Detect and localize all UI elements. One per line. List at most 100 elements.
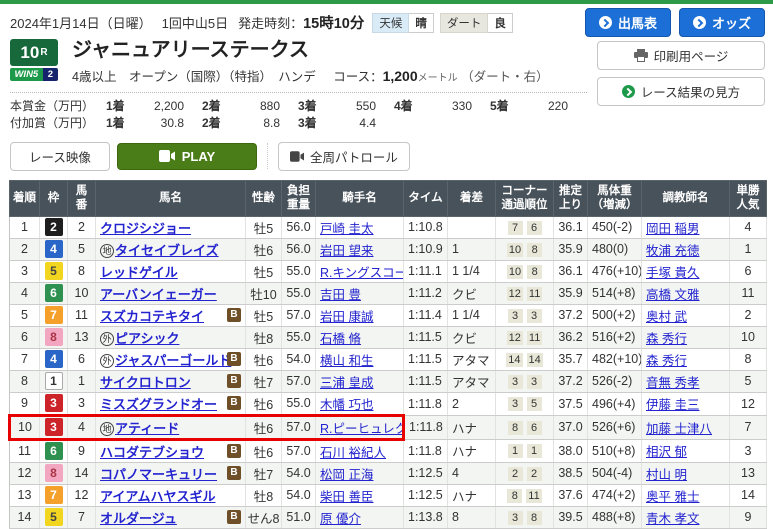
frame-number-badge: 2 xyxy=(45,218,63,236)
results-guide-button[interactable]: レース結果の見方 xyxy=(597,77,765,106)
trainer-link[interactable]: 村山 明 xyxy=(646,468,687,482)
horse-name-cell: 外ピアシック xyxy=(96,326,246,348)
carried-weight: 55.0 xyxy=(282,260,316,282)
horse-name-link[interactable]: コパノマーキュリー xyxy=(100,467,217,482)
last-3f-time: 37.5 xyxy=(554,392,588,415)
result-row: 12814コパノマーキュリーB牡754.0松岡 正海1:12.542238.55… xyxy=(10,462,767,484)
trainer-link[interactable]: 音無 秀孝 xyxy=(646,376,699,390)
jockey-link[interactable]: 岩田 望来 xyxy=(320,244,373,258)
horse-name-link[interactable]: ハコダテブショウ xyxy=(100,445,204,460)
horse-name-cell: スズカコテキタイB xyxy=(96,304,246,326)
result-row: 13712アイアムハヤスギル牡854.0柴田 善臣1:12.5ハナ81137.6… xyxy=(10,484,767,506)
horse-name-link[interactable]: スズカコテキタイ xyxy=(100,309,204,324)
horse-name-link[interactable]: レッドゲイル xyxy=(100,265,178,280)
frame-number-badge: 8 xyxy=(45,328,63,346)
horse-weight: 476(+10) xyxy=(588,260,642,282)
trainer-link[interactable]: 森 秀行 xyxy=(646,354,687,368)
horse-number: 13 xyxy=(68,326,96,348)
trainer-link[interactable]: 奥平 雅士 xyxy=(646,490,699,504)
race-video-button[interactable]: レース映像 xyxy=(10,142,110,171)
horse-name-link[interactable]: ピアシック xyxy=(115,331,179,346)
course-distance: 1,200 xyxy=(383,68,418,84)
sex-age: 牡8 xyxy=(246,484,282,506)
win-favorite-rank: 12 xyxy=(730,392,767,415)
race-date: 2024年1月14日（日曜） xyxy=(10,13,152,32)
prize-rank: 2着 xyxy=(202,98,230,115)
race-video-button-label: レース映像 xyxy=(29,147,91,166)
horse-name-cell: アーバンイェーガー xyxy=(96,282,246,304)
video-camera-icon xyxy=(290,151,304,162)
frame-number-badge: 8 xyxy=(45,464,63,482)
corner-position-box: 1 xyxy=(508,444,523,458)
jockey-link[interactable]: 吉田 豊 xyxy=(320,288,361,302)
finish-time: 1:11.8 xyxy=(404,392,448,415)
course-unit: メートル xyxy=(418,73,458,84)
jockey-cell: 石橋 脩 xyxy=(316,326,404,348)
horse-name-cell: ミスズグランドオーB xyxy=(96,392,246,415)
jockey-link[interactable]: R.キングスコート xyxy=(320,266,404,280)
play-button[interactable]: PLAY xyxy=(117,143,257,170)
jockey-link[interactable]: 柴田 善臣 xyxy=(320,490,373,504)
prize-rank: 1着 xyxy=(106,115,134,132)
jockey-link[interactable]: 木幡 巧也 xyxy=(320,398,373,412)
horse-weight: 450(-2) xyxy=(588,216,642,238)
last-3f-time: 37.0 xyxy=(554,415,588,439)
horse-name-link[interactable]: オルダージュ xyxy=(100,511,177,526)
patrol-video-button[interactable]: 全周パトロール xyxy=(278,142,410,171)
frame-number-badge: 4 xyxy=(45,350,63,368)
carried-weight: 57.0 xyxy=(282,304,316,326)
odds-button[interactable]: オッズ xyxy=(679,8,765,37)
margin: ハナ xyxy=(448,484,496,506)
margin: 1 xyxy=(448,238,496,260)
trainer-link[interactable]: 奥村 武 xyxy=(646,310,687,324)
horse-name-link[interactable]: ジャスパーゴールド xyxy=(115,353,231,368)
result-row: 746外ジャスパーゴールドB牡654.0横山 和生1:11.5アタマ141435… xyxy=(10,348,767,370)
horse-name-link[interactable]: ミスズグランドオー xyxy=(100,397,217,412)
jockey-link[interactable]: 石橋 脩 xyxy=(320,332,361,346)
jockey-link[interactable]: 原 優介 xyxy=(320,512,361,526)
trainer-cell: 手塚 貴久 xyxy=(642,260,730,282)
horse-weight: 474(+2) xyxy=(588,484,642,506)
horse-number: 7 xyxy=(68,506,96,528)
horse-name-link[interactable]: タイセイブレイズ xyxy=(115,243,219,258)
trainer-link[interactable]: 加藤 士津八 xyxy=(646,422,712,436)
trainer-link[interactable]: 相沢 郁 xyxy=(646,445,687,459)
trainer-link[interactable]: 伊藤 圭三 xyxy=(646,398,699,412)
horse-name-link[interactable]: サイクロトロン xyxy=(100,375,191,390)
jockey-link[interactable]: 石川 裕紀人 xyxy=(320,446,386,460)
trainer-link[interactable]: 岡田 稲男 xyxy=(646,222,699,236)
trainer-link[interactable]: 高橋 文雅 xyxy=(646,288,699,302)
corner-positions: 1211 xyxy=(496,282,554,304)
corner-position-box: 1 xyxy=(527,444,542,458)
corner-position-box: 5 xyxy=(527,397,542,411)
horse-name-link[interactable]: アティード xyxy=(115,421,179,436)
trainer-link[interactable]: 手塚 貴久 xyxy=(646,266,699,280)
corner-position-box: 3 xyxy=(508,309,523,323)
corner-positions: 11 xyxy=(496,439,554,462)
frame-number-cell: 7 xyxy=(40,484,68,506)
jockey-link[interactable]: R.ピーヒュレク xyxy=(320,422,404,436)
print-page-button[interactable]: 印刷用ページ xyxy=(597,41,765,70)
blinker-badge: B xyxy=(227,444,241,458)
horse-name-link[interactable]: アーバンイェーガー xyxy=(100,287,217,302)
result-row: 1457オルダージュBせん851.0原 優介1:13.883839.5488(+… xyxy=(10,506,767,528)
jockey-link[interactable]: 岩田 康誠 xyxy=(320,310,373,324)
horse-name-link[interactable]: クロジシジョー xyxy=(100,221,191,236)
horse-name-link[interactable]: アイアムハヤスギル xyxy=(100,489,215,504)
play-button-label: PLAY xyxy=(182,149,215,164)
jockey-link[interactable]: 横山 和生 xyxy=(320,354,373,368)
horse-name-cell: ハコダテブショウ B xyxy=(96,439,246,462)
jockey-cell: 吉田 豊 xyxy=(316,282,404,304)
horse-number: 12 xyxy=(68,484,96,506)
jockey-link[interactable]: 松岡 正海 xyxy=(320,468,373,482)
trainer-link[interactable]: 青木 孝文 xyxy=(646,512,699,526)
finish-position: 3 xyxy=(10,260,40,282)
carried-weight: 54.0 xyxy=(282,484,316,506)
shutsuba-button[interactable]: 出馬表 xyxy=(585,8,671,37)
jockey-link[interactable]: 三浦 皇成 xyxy=(320,376,373,390)
trainer-link[interactable]: 牧浦 充徳 xyxy=(646,244,699,258)
horse-origin-mark: 地 xyxy=(100,244,114,258)
horse-name-cell: 外ジャスパーゴールドB xyxy=(96,348,246,370)
trainer-link[interactable]: 森 秀行 xyxy=(646,332,687,346)
jockey-link[interactable]: 戸崎 圭太 xyxy=(320,222,373,236)
